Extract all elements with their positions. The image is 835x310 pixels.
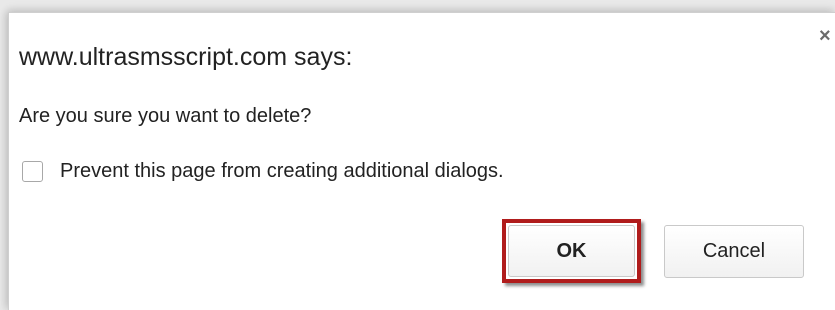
prevent-dialogs-row[interactable]: Prevent this page from creating addition… [22,158,504,184]
ok-button[interactable]: OK [508,225,635,277]
close-icon[interactable]: × [819,28,835,44]
prevent-dialogs-label[interactable]: Prevent this page from creating addition… [60,160,504,183]
dialog-title: www.ultrasmsscript.com says: [19,43,353,71]
prevent-dialogs-checkbox[interactable] [22,160,43,182]
dialog-message: Are you sure you want to delete? [19,105,312,127]
cancel-button[interactable]: Cancel [664,225,804,278]
